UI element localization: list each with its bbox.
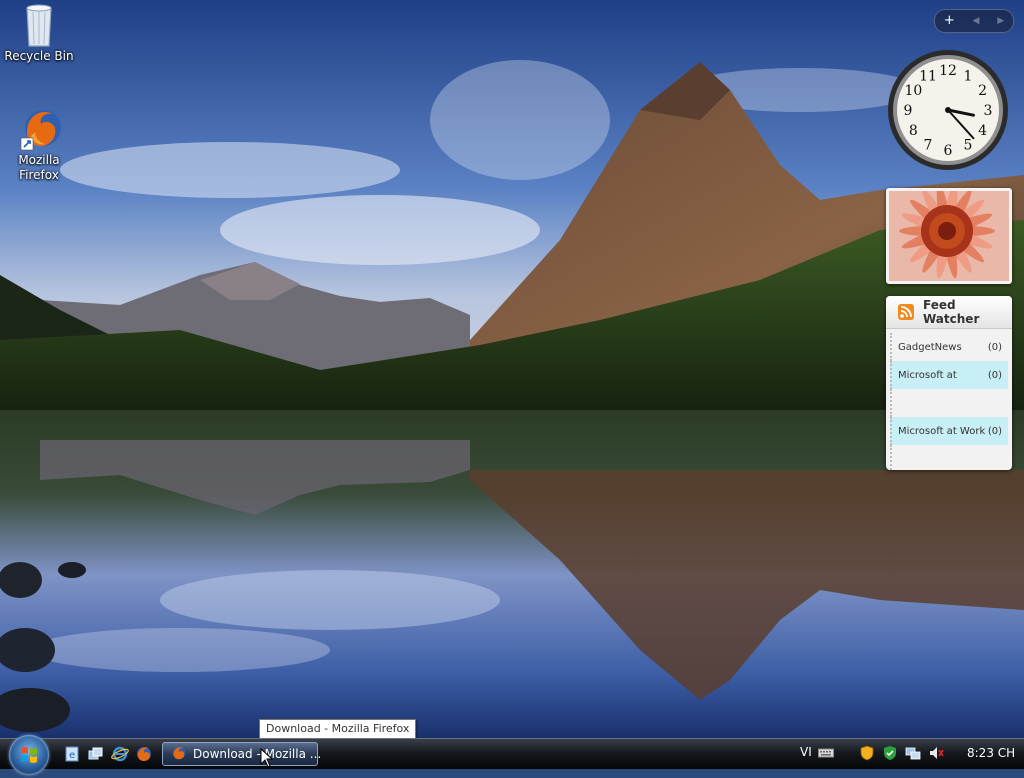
feed-item-name: Microsoft at Work bbox=[898, 425, 986, 437]
feed-item-count: (0) bbox=[987, 341, 1002, 353]
desktop-wallpaper bbox=[0, 0, 1024, 740]
quick-launch-bar: e bbox=[62, 744, 154, 764]
add-gadget-button[interactable]: + bbox=[944, 11, 955, 31]
previous-gadget-page-button[interactable]: ◀ bbox=[973, 11, 980, 31]
network-icon[interactable] bbox=[904, 744, 922, 762]
next-gadget-page-button[interactable]: ▶ bbox=[997, 11, 1004, 31]
clock-numeral: 2 bbox=[978, 83, 987, 99]
feed-item-name: GadgetNews bbox=[898, 341, 962, 353]
taskbar-button-title: Download - Mozilla ... bbox=[193, 747, 322, 761]
mouse-cursor-icon bbox=[260, 748, 274, 768]
slideshow-gadget[interactable] bbox=[886, 188, 1012, 284]
recycle-bin-icon bbox=[19, 2, 59, 47]
clock-numeral: 8 bbox=[909, 123, 918, 139]
feed-item-count: (0) bbox=[987, 425, 1002, 437]
feed-item[interactable]: Microsoft at Work (0) bbox=[890, 417, 1008, 445]
feed-item-empty bbox=[890, 445, 1008, 470]
clock-numeral: 11 bbox=[919, 68, 937, 84]
firefox-icon[interactable] bbox=[134, 744, 154, 764]
clock-numeral: 6 bbox=[944, 143, 953, 159]
language-indicator[interactable]: VI bbox=[800, 745, 812, 759]
taskbar-button-firefox-download[interactable]: Download - Mozilla ... bbox=[162, 742, 322, 766]
svg-text:e: e bbox=[69, 750, 75, 761]
feed-watcher-header: Feed Watcher bbox=[886, 296, 1012, 329]
feed-item[interactable]: Microsoft at (0) bbox=[890, 361, 1008, 389]
security-center-icon[interactable] bbox=[881, 744, 899, 762]
clock-numeral: 12 bbox=[939, 63, 957, 79]
feed-list: GadgetNews (0) Microsoft at (0) Microsof… bbox=[886, 329, 1012, 470]
feed-item[interactable]: GadgetNews (0) bbox=[890, 333, 1008, 361]
sidebar-gadget-controls: + ◀ ▶ bbox=[934, 9, 1014, 33]
windows-logo-icon bbox=[21, 747, 37, 763]
clock-gadget[interactable]: 12 1 2 3 4 5 6 7 8 9 10 11 bbox=[886, 48, 1010, 172]
start-button[interactable] bbox=[9, 735, 49, 775]
feed-watcher-gadget[interactable]: Feed Watcher GadgetNews (0) Microsoft at… bbox=[886, 296, 1012, 470]
volume-muted-icon[interactable] bbox=[927, 744, 945, 762]
feed-item-count: (0) bbox=[987, 369, 1002, 381]
rss-icon bbox=[898, 304, 914, 320]
firefox-icon bbox=[19, 106, 61, 151]
system-tray bbox=[858, 744, 945, 762]
desktop-icon-label: Mozilla Firefox bbox=[18, 153, 60, 182]
taskbar: e Download - Mozilla ... VI 8:23 CH bbox=[0, 735, 1024, 775]
security-shield-icon[interactable] bbox=[858, 744, 876, 762]
clock-numeral: 7 bbox=[924, 138, 933, 154]
clock-numeral: 3 bbox=[984, 103, 993, 119]
firefox-icon bbox=[171, 745, 187, 764]
clock-numeral: 5 bbox=[964, 138, 973, 154]
taskbar-tooltip: Download - Mozilla Firefox bbox=[259, 719, 417, 739]
clock-numeral: 4 bbox=[978, 123, 987, 139]
clock-numeral: 10 bbox=[904, 83, 922, 99]
feed-item-empty bbox=[890, 389, 1008, 417]
analog-clock-face: 12 12 3 45678 9 1011 bbox=[888, 50, 1008, 170]
keyboard-icon[interactable] bbox=[818, 747, 834, 762]
desktop-icon-recycle-bin[interactable]: Recycle Bin bbox=[0, 2, 78, 64]
internet-explorer-icon[interactable] bbox=[110, 744, 130, 764]
clock-numeral: 9 bbox=[904, 103, 913, 119]
switch-windows-icon[interactable] bbox=[86, 744, 106, 764]
taskbar-clock[interactable]: 8:23 CH bbox=[967, 746, 1015, 760]
flower-photo bbox=[889, 191, 1009, 281]
desktop-icon-mozilla-firefox[interactable]: Mozilla Firefox bbox=[0, 106, 78, 183]
feed-watcher-title: Feed Watcher bbox=[923, 298, 980, 326]
clock-numeral: 1 bbox=[964, 68, 973, 84]
desktop-icon-label: Recycle Bin bbox=[4, 49, 74, 63]
ie-settings-icon[interactable]: e bbox=[62, 744, 82, 764]
feed-item-name: Microsoft at bbox=[898, 369, 957, 381]
